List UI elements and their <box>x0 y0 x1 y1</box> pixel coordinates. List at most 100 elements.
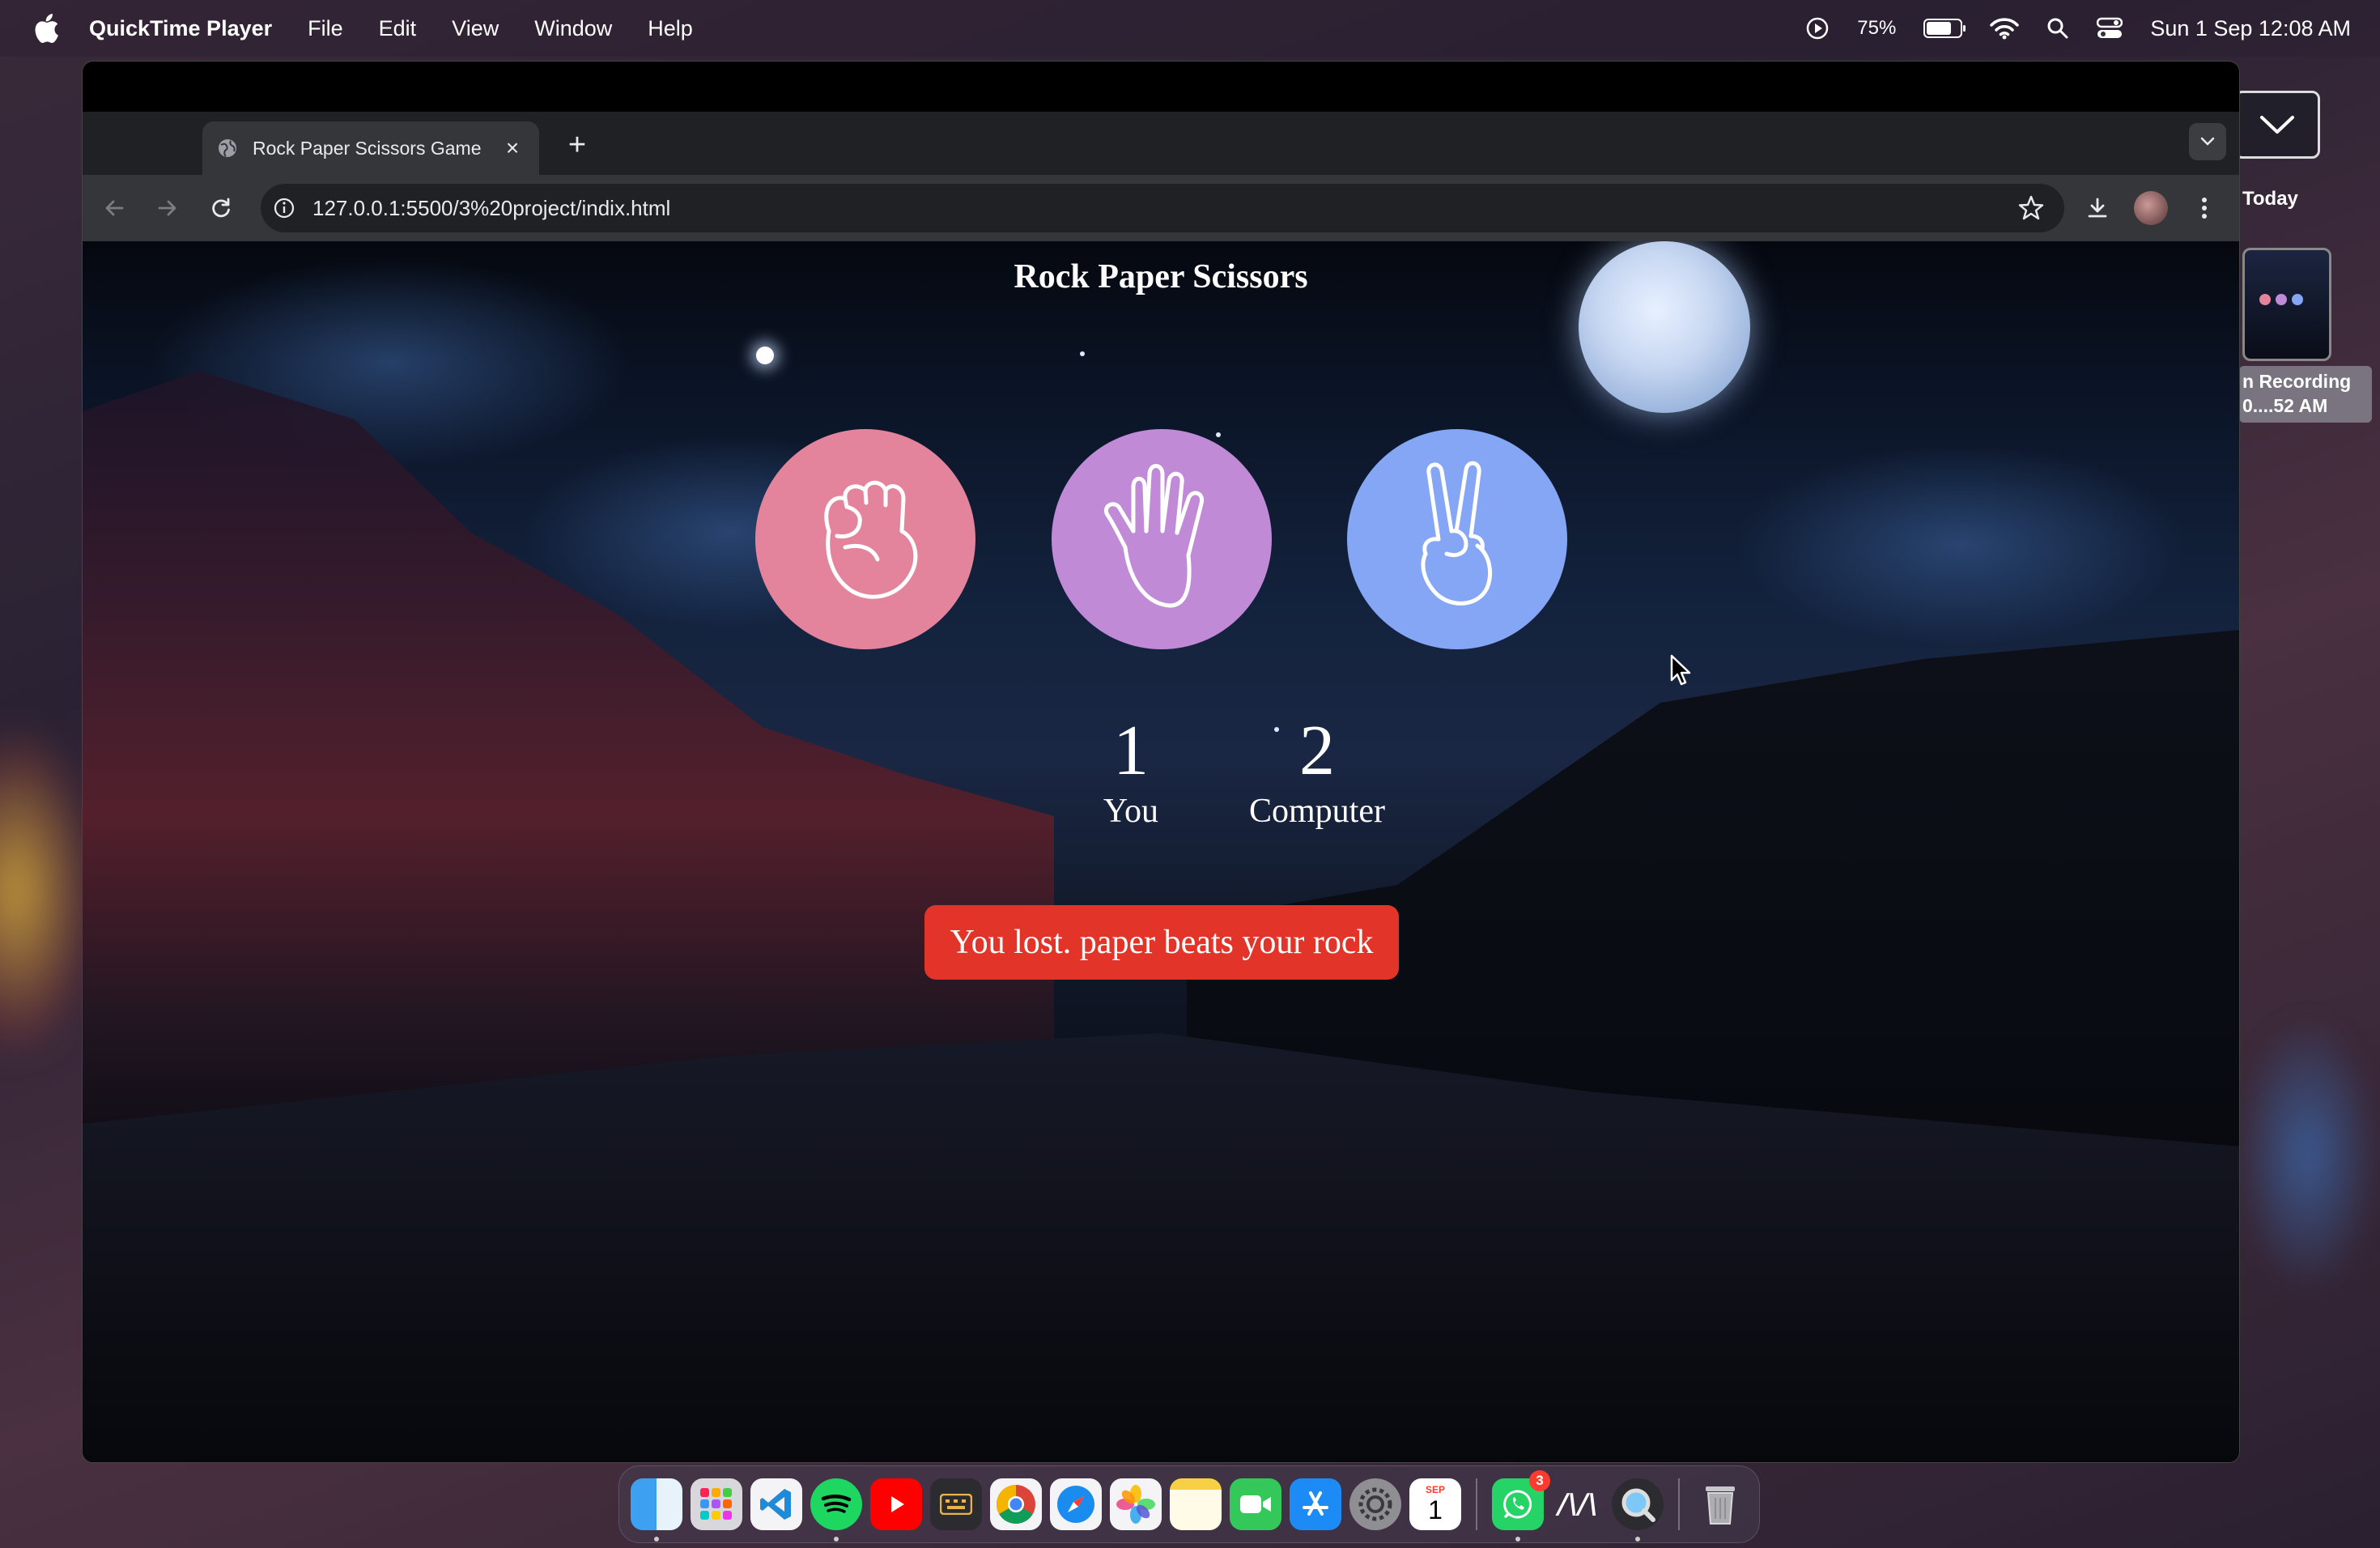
browser-menu-button[interactable] <box>2187 191 2221 225</box>
chrome-icon[interactable] <box>990 1478 1042 1530</box>
star-image <box>1080 351 1085 356</box>
dock-separator <box>1476 1478 1477 1530</box>
site-info-icon[interactable] <box>272 196 296 220</box>
tab-title: Rock Paper Scissors Game <box>253 137 482 159</box>
chevron-down-icon <box>2260 116 2294 134</box>
keyboard-icon <box>940 1494 972 1515</box>
facetime-icon[interactable] <box>1230 1478 1281 1530</box>
thumb-dot <box>2276 294 2287 305</box>
calendar-day: 1 <box>1428 1495 1443 1525</box>
rock-choice-button[interactable] <box>755 429 975 649</box>
wifi-icon[interactable] <box>1990 17 2020 40</box>
arrow-right-icon <box>158 200 176 216</box>
battery-icon[interactable] <box>1923 19 1966 38</box>
tab-rock-paper-scissors[interactable]: Rock Paper Scissors Game × <box>202 121 539 175</box>
finder-icon[interactable] <box>631 1478 682 1542</box>
back-button[interactable] <box>97 191 131 225</box>
notification-badge: 3 <box>1529 1470 1550 1491</box>
youtube-icon[interactable] <box>870 1478 922 1530</box>
spotlight-search-icon[interactable] <box>2046 17 2069 40</box>
globe-icon <box>219 139 236 157</box>
thumb-dot <box>2259 294 2271 305</box>
safari-icon[interactable] <box>1050 1478 1102 1530</box>
photos-flower-icon <box>1116 1485 1155 1524</box>
screen-recording-icon[interactable] <box>1805 16 1830 40</box>
menu-file[interactable]: File <box>308 16 343 41</box>
photos-icon[interactable] <box>1110 1478 1162 1530</box>
chevron-down-icon <box>2200 137 2215 146</box>
tab-close-icon[interactable]: × <box>500 135 525 160</box>
screen-recording-filename[interactable]: n Recording 0....52 AM <box>2239 366 2372 423</box>
running-indicator <box>1635 1537 1640 1542</box>
menu-window[interactable]: Window <box>534 16 612 41</box>
running-indicator <box>834 1537 839 1542</box>
reload-icon <box>212 198 230 218</box>
vscode-logo-icon <box>760 1489 791 1520</box>
apple-menu-icon[interactable] <box>32 13 60 44</box>
mouse-pointer-icon <box>1670 654 1691 686</box>
forward-button[interactable] <box>151 191 185 225</box>
recording-label-line: 0....52 AM <box>2242 395 2328 416</box>
quicktime-icon[interactable] <box>1612 1478 1664 1542</box>
new-tab-button[interactable]: + <box>559 126 596 164</box>
game-title: Rock Paper Scissors <box>1014 258 1308 296</box>
dock: SEP 1 3 /\/\ <box>618 1465 1760 1543</box>
video-camera-icon <box>1240 1495 1271 1513</box>
menu-view[interactable]: View <box>452 16 499 41</box>
launchpad-icon[interactable] <box>691 1478 742 1530</box>
star-image <box>756 347 774 364</box>
recording-label-line: n Recording <box>2242 371 2352 392</box>
keyboard-app-icon[interactable] <box>930 1478 982 1530</box>
calendar-icon[interactable]: SEP 1 <box>1409 1478 1461 1530</box>
app-name-menu[interactable]: QuickTime Player <box>89 16 272 41</box>
menu-edit[interactable]: Edit <box>379 16 417 41</box>
chrome-logo-icon <box>996 1485 1035 1525</box>
computer-score: 2 <box>1299 712 1335 790</box>
system-settings-icon[interactable] <box>1349 1478 1401 1530</box>
spotify-icon[interactable] <box>810 1478 862 1542</box>
trash-can-icon <box>1706 1486 1735 1525</box>
notes-icon[interactable] <box>1170 1478 1222 1530</box>
computer-score-label: Computer <box>1249 793 1385 830</box>
tab-strip: Rock Paper Scissors Game × + <box>83 112 2239 175</box>
running-indicator <box>654 1537 659 1542</box>
browser-window: Rock Paper Scissors Game × + 127.0.0.1:5… <box>82 61 2240 1463</box>
vscode-icon[interactable] <box>750 1478 802 1530</box>
calendar-month: SEP <box>1425 1484 1445 1495</box>
control-center-icon[interactable] <box>2097 17 2123 40</box>
tab-search-button[interactable] <box>2189 123 2226 160</box>
desktop-stack-label[interactable]: Today <box>2242 188 2298 211</box>
screen-recording-thumbnail[interactable] <box>2242 248 2331 361</box>
reload-button[interactable] <box>204 191 238 225</box>
wallpaper-glow <box>2234 1012 2380 1295</box>
paper-choice-button[interactable] <box>1052 429 1272 649</box>
app-store-icon[interactable] <box>1290 1478 1341 1530</box>
desktop-stack-icon[interactable] <box>2234 91 2320 159</box>
spotify-waves-icon <box>821 1495 852 1513</box>
browser-toolbar: 127.0.0.1:5500/3%20project/indix.html <box>83 175 2239 241</box>
scissors-choice-button[interactable] <box>1347 429 1567 649</box>
gear-icon <box>1358 1487 1392 1521</box>
whatsapp-icon[interactable]: 3 <box>1492 1470 1550 1542</box>
url-text[interactable]: 127.0.0.1:5500/3%20project/indix.html <box>312 196 2017 221</box>
downloads-button[interactable] <box>2080 191 2114 225</box>
open-hand-icon <box>1104 464 1205 608</box>
more-vertical-icon <box>2202 198 2207 219</box>
phone-bubble-icon <box>1503 1490 1532 1519</box>
menu-help[interactable]: Help <box>648 16 693 41</box>
profile-avatar[interactable] <box>2134 191 2168 225</box>
mural-icon[interactable]: /\/\ <box>1552 1478 1604 1530</box>
launchpad-grid-icon <box>700 1488 732 1520</box>
mural-glyph: /\/\ <box>1558 1488 1598 1520</box>
bookmark-star-icon[interactable] <box>2017 194 2045 222</box>
battery-percent: 75% <box>1857 17 1897 39</box>
address-bar[interactable]: 127.0.0.1:5500/3%20project/indix.html <box>261 184 2064 232</box>
menubar-clock[interactable]: Sun 1 Sep 12:08 AM <box>2150 16 2351 41</box>
download-icon <box>2088 198 2107 218</box>
arrow-left-icon <box>105 200 124 216</box>
trash-icon[interactable] <box>1694 1478 1746 1530</box>
peace-hand-icon <box>1421 461 1492 606</box>
computer-score-panel: 2 Computer <box>1196 711 1439 831</box>
dock-separator <box>1678 1478 1680 1530</box>
menu-bar: QuickTime Player File Edit View Window H… <box>0 0 2380 57</box>
